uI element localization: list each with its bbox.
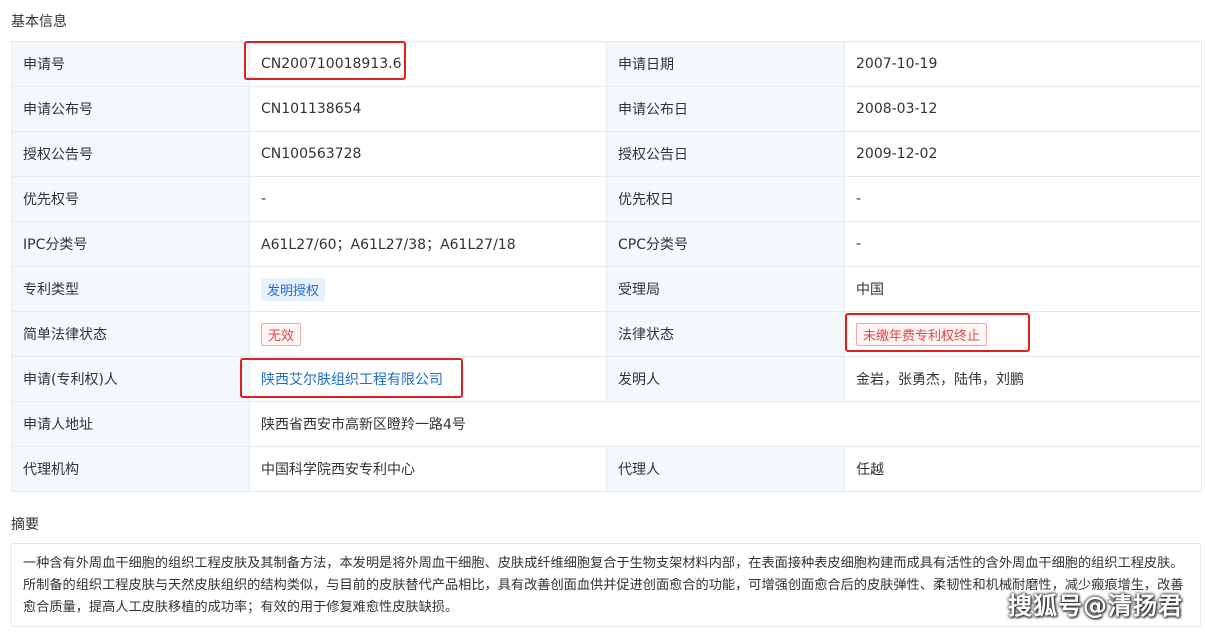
simple-legal-status-label: 简单法律状态 [11,311,250,357]
basic-info-title: 基本信息 [11,14,67,30]
applicant-label: 申请(专利权)人 [11,356,250,402]
application-number-value: CN200710018913.6 [249,41,607,87]
simple-legal-status-tag: 无效 [261,322,302,346]
applicant-address-label: 申请人地址 [11,401,250,447]
ipc-value: A61L27/60；A61L27/38；A61L27/18 [249,221,607,267]
table-row: 申请号 CN200710018913.6 申请日期 2007-10-19 [11,41,1202,87]
table-row: 代理机构 中国科学院西安专利中心 代理人 任越 [11,446,1202,492]
grant-number-value: CN100563728 [249,131,607,177]
agent-label: 代理人 [606,446,845,492]
receiving-office-value: 中国 [844,266,1202,312]
agent-value: 任越 [844,446,1202,492]
table-row: IPC分类号 A61L27/60；A61L27/38；A61L27/18 CPC… [11,221,1202,267]
application-date-label: 申请日期 [606,41,845,87]
application-number-label: 申请号 [11,41,250,87]
table-row: 申请公布号 CN101138654 申请公布日 2008-03-12 [11,86,1202,132]
ipc-label: IPC分类号 [11,221,250,267]
grant-date-label: 授权公告日 [606,131,845,177]
abstract-title: 摘要 [11,517,39,533]
publication-date-label: 申请公布日 [606,86,845,132]
agency-value: 中国科学院西安专利中心 [249,446,607,492]
legal-status-tag: 未缴年费专利权终止 [856,322,988,346]
cpc-value: - [844,221,1202,267]
priority-number-label: 优先权号 [11,176,250,222]
publication-number-value: CN101138654 [249,86,607,132]
inventor-value: 金岩，张勇杰，陆伟，刘鹏 [844,356,1202,402]
applicant-link[interactable]: 陕西艾尔肤组织工程有限公司 [261,372,443,388]
applicant-address-value: 陕西省西安市高新区瞪羚一路4号 [249,401,1202,447]
applicant-value: 陕西艾尔肤组织工程有限公司 [249,356,607,402]
table-row: 申请(专利权)人 陕西艾尔肤组织工程有限公司 发明人 金岩，张勇杰，陆伟，刘鹏 [11,356,1202,402]
application-date-value: 2007-10-19 [844,41,1202,87]
legal-status-label: 法律状态 [606,311,845,357]
simple-legal-status-value: 无效 [249,311,607,357]
watermark: 搜狐号@清扬君 [1008,592,1183,620]
table-row: 申请人地址 陕西省西安市高新区瞪羚一路4号 [11,401,1202,447]
publication-date-value: 2008-03-12 [844,86,1202,132]
cpc-label: CPC分类号 [606,221,845,267]
patent-type-value: 发明授权 [249,266,607,312]
table-row: 专利类型 发明授权 受理局 中国 [11,266,1202,312]
priority-number-value: - [249,176,607,222]
publication-number-label: 申请公布号 [11,86,250,132]
legal-status-value: 未缴年费专利权终止 [844,311,1202,357]
table-row: 授权公告号 CN100563728 授权公告日 2009-12-02 [11,131,1202,177]
basic-info-table: 申请号 CN200710018913.6 申请日期 2007-10-19 申请公… [11,41,1202,492]
table-row: 简单法律状态 无效 法律状态 未缴年费专利权终止 [11,311,1202,357]
inventor-label: 发明人 [606,356,845,402]
patent-type-tag: 发明授权 [261,277,326,301]
patent-type-label: 专利类型 [11,266,250,312]
receiving-office-label: 受理局 [606,266,845,312]
grant-date-value: 2009-12-02 [844,131,1202,177]
table-row: 优先权号 - 优先权日 - [11,176,1202,222]
grant-number-label: 授权公告号 [11,131,250,177]
priority-date-value: - [844,176,1202,222]
priority-date-label: 优先权日 [606,176,845,222]
agency-label: 代理机构 [11,446,250,492]
